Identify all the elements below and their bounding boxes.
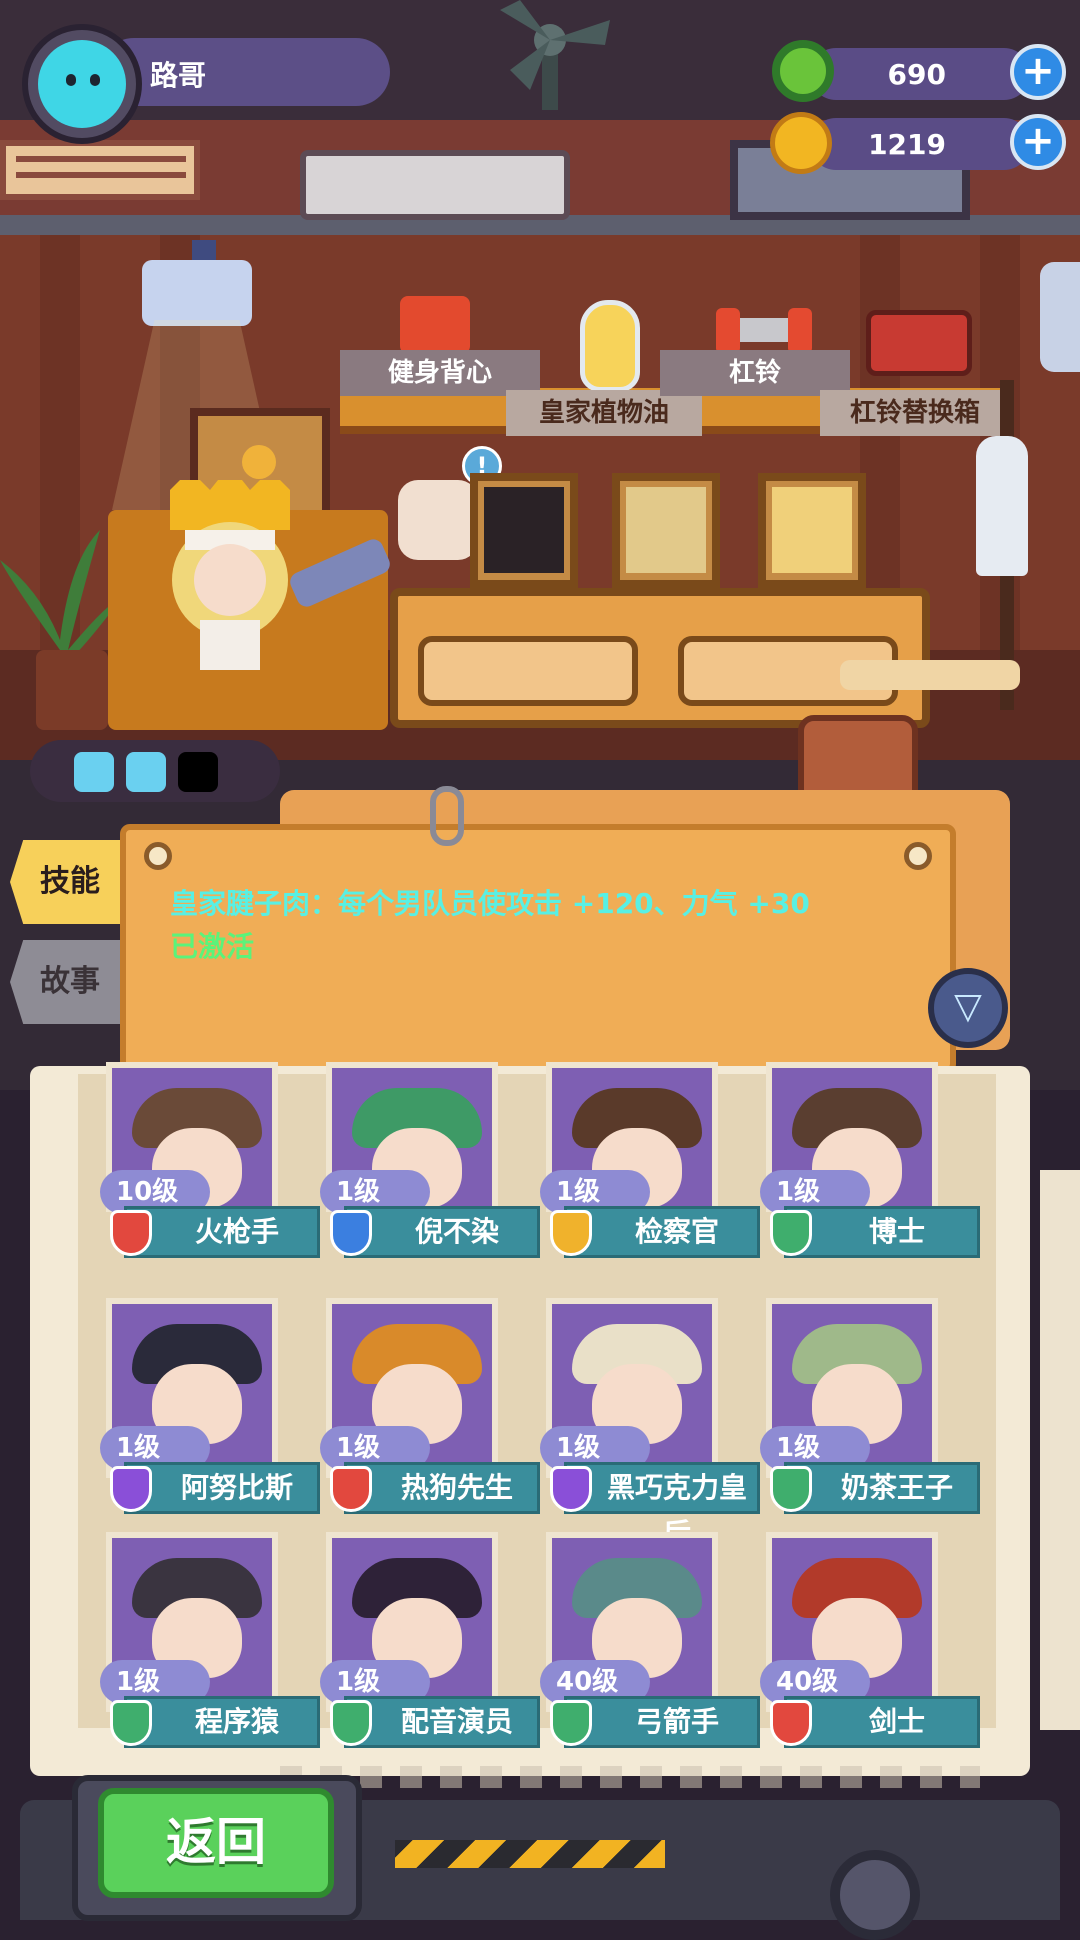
medal-icon [242,445,276,479]
tab-skill[interactable]: 技能 [10,840,120,924]
blurred-caption [280,1766,980,1788]
class-shield-icon [770,1700,812,1746]
class-shield-icon [110,1466,152,1512]
back-button[interactable]: 返回 [98,1788,334,1898]
lightning-icon [126,752,166,792]
avatar[interactable] [38,40,126,128]
fist-trophy-icon [398,480,478,560]
character-card[interactable]: 1级 热狗先生 [320,1298,540,1516]
character-card[interactable]: 40级 弓箭手 [540,1532,760,1750]
barbell-plate-icon [788,308,812,354]
class-shield-icon [550,1210,592,1256]
item-label-toolbox[interactable]: 杠铃替换箱 [820,390,1010,436]
control-console [300,150,570,220]
share-icon[interactable] [1040,262,1080,372]
projector-lamp-icon [142,260,252,326]
character-card[interactable]: 1级 检察官 [540,1062,760,1280]
character-name: 博士 [784,1206,980,1258]
vest-icon[interactable] [400,296,470,354]
photo-frame [470,473,578,588]
skill-description: 皇家腱子肉：每个男队员使攻击 +120、力气 +30 [170,887,810,920]
class-shield-icon [770,1466,812,1512]
character-name: 程序猿 [124,1696,320,1748]
cabinet-drawer [418,636,638,706]
frame-photo [484,487,564,573]
vent-panel [0,140,200,200]
toolbox-icon[interactable] [866,310,972,376]
class-shield-icon [110,1700,152,1746]
player-name: 路哥 [150,59,207,92]
potted-plant-icon [0,530,120,730]
frame-photo [772,487,852,573]
avatar-eye [90,74,100,86]
skill-status: 已激活 [170,930,255,963]
hazard-stripe [395,1840,665,1868]
character-card[interactable]: 1级 配音演员 [320,1532,540,1750]
gear-wheel-icon [830,1850,920,1940]
tab-story[interactable]: 故事 [10,940,120,1024]
photo-frame [612,473,720,588]
ceiling-fan-icon [500,0,610,110]
class-shield-icon [330,1700,372,1746]
item-label-oil[interactable]: 皇家植物油 [506,390,702,436]
character-name: 黑巧克力皇后 [564,1462,760,1550]
paper-clip-icon [430,786,464,846]
currency-donut-value: 690 [887,58,946,91]
add-planet-button[interactable]: + [1010,114,1066,170]
screw-icon [904,842,932,870]
character-card[interactable]: 40级 剑士 [760,1532,980,1750]
wooden-cabinet [390,588,930,728]
character-name: 检察官 [564,1206,760,1258]
add-donut-button[interactable]: + [1010,44,1066,100]
class-shield-icon [550,1700,592,1746]
character-card[interactable]: 1级 阿努比斯 [100,1298,320,1516]
character-card[interactable]: 1级 程序猿 [100,1532,320,1750]
oil-bottle-icon[interactable] [580,300,640,392]
character-card[interactable]: 1级 博士 [760,1062,980,1280]
energy-slots [30,740,280,802]
filter-icon[interactable]: ▽ [928,968,1008,1048]
photo-frame [758,473,866,588]
screw-icon [144,842,172,870]
character-name: 弓箭手 [564,1696,760,1748]
character-name: 剑士 [784,1696,980,1748]
character-name: 阿努比斯 [124,1462,320,1514]
floor-barbell [840,660,1020,690]
character-name: 热狗先生 [344,1462,540,1514]
planet-coin-icon [770,112,832,174]
currency-planet-display: 1219 [810,118,1030,170]
character-name: 配音演员 [344,1696,540,1748]
lightning-icon [74,752,114,792]
barbell-plate-icon [716,308,740,354]
character-name: 倪不染 [344,1206,540,1258]
donut-coin-icon [772,40,834,102]
class-shield-icon [770,1210,812,1256]
character-card[interactable]: 1级 倪不染 [320,1062,540,1280]
towel-icon [976,436,1028,576]
class-shield-icon [330,1210,372,1256]
currency-donut-display: 690 [810,48,1030,100]
character-name: 奶茶王子 [784,1462,980,1514]
currency-planet-value: 1219 [868,128,946,161]
avatar-eye [66,74,76,86]
book-edge [1040,1170,1080,1730]
frame-photo [626,487,706,573]
player-name-pill[interactable] [100,38,390,106]
character-card[interactable]: 1级 奶茶王子 [760,1298,980,1516]
empty-slot-icon [178,752,218,792]
class-shield-icon [330,1466,372,1512]
class-shield-icon [110,1210,152,1256]
character-card[interactable]: 1级黑巧克力皇后 [540,1298,760,1550]
class-shield-icon [550,1466,592,1512]
character-card[interactable]: 10级 火枪手 [100,1062,320,1280]
character-name: 火枪手 [124,1206,320,1258]
